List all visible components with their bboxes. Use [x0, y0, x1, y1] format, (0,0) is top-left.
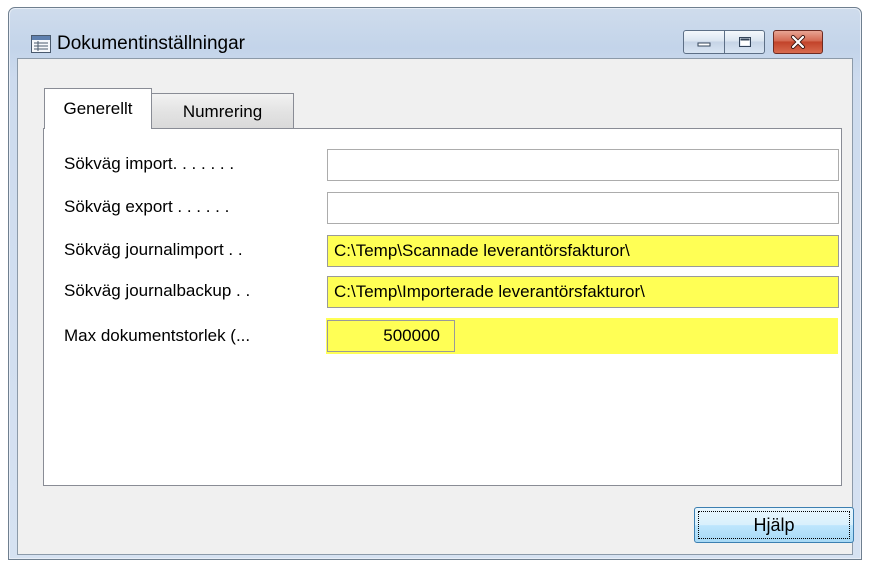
max-document-size-input[interactable]: 500000 [327, 320, 455, 352]
dialog-window: Dokumentinställningar Generellt Numrerin… [8, 7, 862, 560]
maximize-button[interactable] [725, 30, 765, 54]
journal-import-path-input[interactable]: C:\Temp\Scannade leverantörsfakturor\ [327, 235, 839, 267]
dialog-client-area: Generellt Numrering Sökväg import. . . .… [17, 58, 854, 555]
focus-indicator [698, 511, 850, 539]
minimize-button[interactable] [683, 30, 725, 54]
export-path-input[interactable] [327, 192, 839, 224]
tab-numrering[interactable]: Numrering [152, 93, 294, 129]
journal-backup-path-input[interactable]: C:\Temp\Importerade leverantörsfakturor\ [327, 276, 839, 308]
close-button[interactable] [773, 30, 823, 54]
import-path-label: Sökväg import. . . . . . . [64, 154, 235, 173]
tab-generellt[interactable]: Generellt [44, 88, 152, 129]
maximize-icon [738, 37, 751, 47]
close-icon [791, 35, 805, 49]
journal-import-path-label: Sökväg journalimport . . [64, 240, 243, 259]
tab-numrering-label: Numrering [182, 101, 263, 121]
journal-backup-path-label: Sökväg journalbackup . . [64, 281, 251, 300]
help-button[interactable]: Hjälp [694, 507, 854, 543]
window-icon [31, 35, 51, 53]
max-document-size-label: Max dokumentstorlek (... [64, 326, 251, 345]
export-path-label: Sökväg export . . . . . . [64, 197, 230, 216]
window-title: Dokumentinställningar [57, 33, 245, 54]
minimize-icon [697, 42, 711, 47]
title-bar[interactable]: Dokumentinställningar [9, 8, 861, 58]
tab-generellt-label: Generellt [63, 99, 133, 118]
tab-panel-generellt: Sökväg import. . . . . . . Sökväg export… [43, 128, 842, 486]
import-path-input[interactable] [327, 149, 839, 181]
